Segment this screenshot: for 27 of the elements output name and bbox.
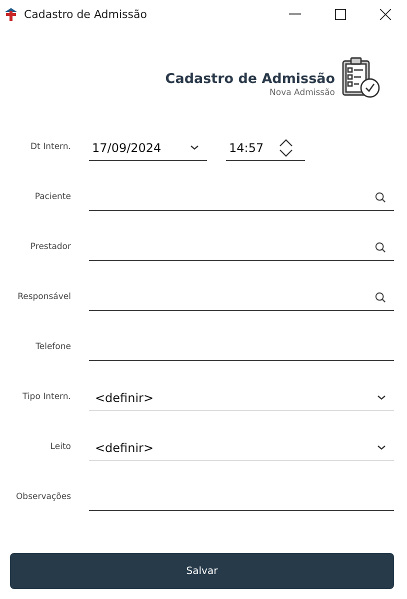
- search-icon[interactable]: [375, 192, 386, 203]
- form-subtitle: Nova Admissão: [268, 88, 335, 98]
- form-title: Cadastro de Admissão: [165, 71, 335, 87]
- window-title: Cadastro de Admissão: [24, 8, 147, 20]
- app-logo-icon: [4, 7, 18, 21]
- field-label: Prestador: [29, 242, 71, 254]
- chevron-down-icon[interactable]: [377, 395, 386, 400]
- close-icon[interactable]: [380, 8, 391, 20]
- chevron-down-icon[interactable]: [190, 145, 199, 150]
- maximize-icon[interactable]: [335, 8, 346, 20]
- field-label: Observações: [14, 492, 71, 504]
- search-icon[interactable]: [375, 292, 386, 303]
- field-label: Responsável: [16, 292, 71, 304]
- spinner-arrows-icon[interactable]: [279, 138, 293, 158]
- dropdown[interactable]: <definir>: [89, 385, 394, 411]
- field-label: Leito: [49, 442, 71, 454]
- time-field[interactable]: 14:57: [226, 135, 305, 161]
- field-label: Telefone: [34, 342, 71, 354]
- clipboard-check-icon: [341, 56, 381, 100]
- dropdown[interactable]: <definir>: [89, 435, 394, 461]
- date-picker[interactable]: 17/09/2024: [89, 135, 207, 161]
- field-label: Dt Intern.: [30, 142, 71, 154]
- save-button[interactable]: Salvar: [10, 553, 394, 589]
- field-label: Paciente: [34, 192, 71, 204]
- search-icon[interactable]: [375, 242, 386, 253]
- field-label: Tipo Intern.: [22, 392, 71, 404]
- chevron-down-icon[interactable]: [377, 445, 386, 450]
